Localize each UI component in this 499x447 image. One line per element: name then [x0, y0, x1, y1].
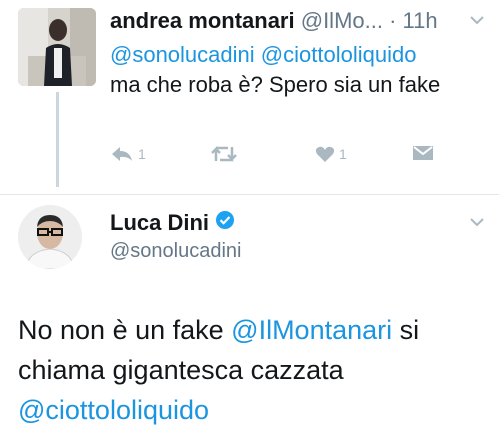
- retweet-icon: [210, 145, 238, 163]
- reply-author-handle[interactable]: @IlMo...: [301, 8, 383, 33]
- tweet-author-name-row: Luca Dini: [110, 210, 235, 236]
- message-icon: [412, 145, 434, 161]
- tweet-text-part: No non è un fake: [18, 315, 232, 345]
- reply-action[interactable]: 1: [110, 145, 146, 163]
- tweet-author-avatar[interactable]: [18, 205, 82, 269]
- reply-icon: [110, 145, 134, 163]
- tweet-author-name[interactable]: Luca Dini: [110, 210, 209, 236]
- mention-link[interactable]: @IlMontanari: [231, 315, 392, 345]
- reply-text: @sonolucadini @ciottololiquido ma che ro…: [110, 40, 490, 100]
- chevron-down-icon[interactable]: [470, 12, 484, 28]
- reply-body-text: ma che roba è? Spero sia un fake: [110, 72, 441, 97]
- tweet-author-handle[interactable]: @sonolucadini: [110, 240, 242, 263]
- thread-connector-line: [56, 92, 59, 187]
- tweet-text: No non è un fake @IlMontanari si chiama …: [18, 310, 488, 430]
- mention-link[interactable]: @sonolucadini: [110, 42, 255, 67]
- like-count: 1: [339, 146, 347, 162]
- reply-author-avatar[interactable]: [18, 8, 96, 86]
- reply-timestamp[interactable]: · 11h: [389, 8, 438, 33]
- reply-actions-bar: 1 1: [110, 145, 440, 167]
- like-action[interactable]: 1: [315, 145, 347, 163]
- direct-message-action[interactable]: [412, 145, 434, 161]
- chevron-down-icon[interactable]: [470, 214, 484, 230]
- like-icon: [315, 145, 335, 163]
- mention-link[interactable]: @ciottololiquido: [261, 42, 417, 67]
- mention-link[interactable]: @ciottololiquido: [18, 395, 209, 425]
- reply-author-name[interactable]: andrea montanari: [110, 8, 295, 33]
- verified-badge-icon: [215, 210, 235, 236]
- tweet-divider: [0, 194, 499, 195]
- retweet-action[interactable]: [210, 145, 242, 163]
- reply-author-line: andrea montanari @IlMo... · 11h: [110, 8, 438, 34]
- reply-count: 1: [138, 146, 146, 162]
